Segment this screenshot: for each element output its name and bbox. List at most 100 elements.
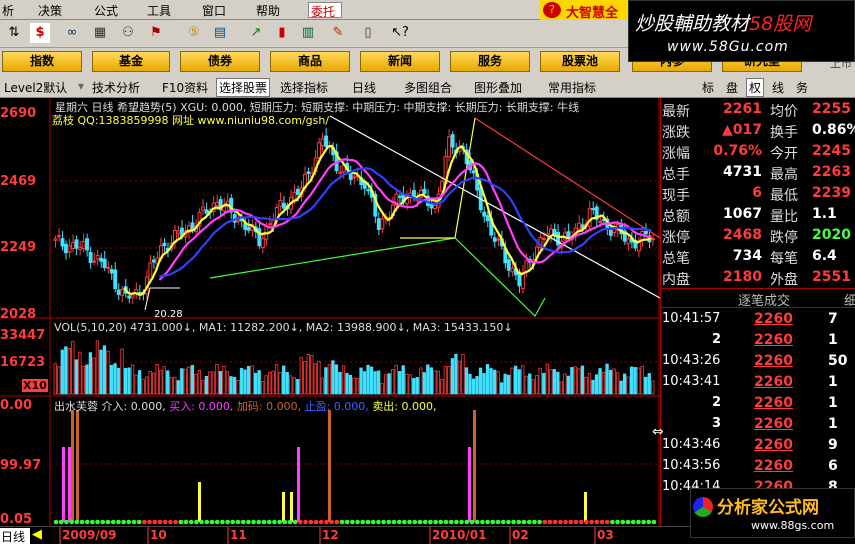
tab-right-3[interactable]: 线	[772, 79, 784, 96]
trade-price: 2260	[754, 332, 793, 348]
flag-icon[interactable]: ⚑	[146, 23, 166, 43]
indicator-dot	[641, 519, 646, 525]
tab-bar: Level2默认 ▾ 技术分析 F10资料 选择股票 选择指标 日线 多图组合 …	[0, 76, 855, 98]
volume-bar	[113, 363, 117, 395]
chart-line-icon[interactable]: ↗	[246, 23, 266, 43]
menu-item-analysis[interactable]: 析	[2, 2, 14, 19]
indicator-bar	[328, 410, 331, 522]
volume-bar	[457, 360, 462, 395]
menu-item-formula[interactable]: 公式	[94, 2, 118, 19]
volume-bar	[257, 370, 261, 395]
vol-scale-badge: X10	[22, 379, 48, 392]
tab-select-indicator[interactable]: 选择指标	[280, 79, 328, 96]
kline-chart-svg[interactable]	[0, 98, 661, 526]
trade-qty: 1	[828, 395, 838, 411]
indicator-dot	[615, 519, 620, 525]
volume-bar	[492, 369, 497, 395]
tab-level2-default[interactable]: Level2默认	[4, 79, 67, 96]
volume-bar	[310, 354, 314, 395]
tab-right-4[interactable]: 务	[796, 79, 808, 96]
tab-common-indicators[interactable]: 常用指标	[548, 79, 596, 96]
indicator-dot	[277, 519, 282, 525]
indicator-dot	[599, 519, 605, 525]
candle-body	[113, 269, 118, 289]
menu-item-window[interactable]: 窗口	[202, 2, 226, 19]
trade-price: 2260	[754, 458, 793, 474]
candle-body	[95, 254, 100, 260]
books-icon[interactable]: ▯	[358, 23, 378, 43]
volume-bar	[197, 370, 202, 395]
tab-technical-analysis[interactable]: 技术分析	[92, 79, 140, 96]
grid-icon[interactable]: ▤	[210, 23, 230, 43]
trade-price: 2260	[754, 374, 793, 390]
tab-right-1[interactable]: 盘	[726, 79, 738, 96]
indicator-dot	[417, 519, 423, 525]
quote-value: 2020	[812, 227, 851, 243]
nav-button-service[interactable]: 服务	[450, 51, 530, 72]
indicator-dot	[646, 519, 652, 525]
indicator-dot	[90, 519, 95, 525]
bar-icon[interactable]: ▮	[272, 23, 292, 43]
indicator-dot	[199, 519, 204, 525]
candle-body	[92, 260, 97, 263]
number-5-icon[interactable]: ⑤	[184, 23, 204, 43]
candle-body	[636, 242, 641, 252]
indicator-dot	[625, 519, 631, 525]
candle-body	[524, 260, 529, 273]
volume-bar	[651, 380, 655, 395]
menu-item-tools[interactable]: 工具	[147, 2, 171, 19]
menu-item-decision[interactable]: 决策	[38, 2, 62, 19]
binoculars-icon[interactable]: ⚇	[118, 23, 138, 43]
tab-f10[interactable]: F10资料	[162, 79, 208, 96]
sort-icon[interactable]: ⇅	[4, 23, 24, 43]
scroll-left-icon[interactable]: ◀	[32, 527, 42, 542]
watermark-line1: 炒股輔助教材58股网	[635, 13, 812, 35]
candle-body	[422, 188, 427, 194]
trade-button[interactable]: 委托	[308, 2, 342, 19]
bottom-tab-daily[interactable]: 日线	[0, 528, 30, 544]
candle-body	[292, 191, 297, 200]
quote-row: 总额 1067 量比 1.1	[660, 205, 855, 225]
volume-bar	[383, 374, 388, 395]
box-icon[interactable]: ▦	[90, 23, 110, 43]
indicator-dot	[235, 519, 241, 525]
candle-body	[591, 208, 596, 211]
indicator-dot	[266, 519, 272, 525]
dollar-icon[interactable]: $	[30, 23, 50, 43]
tab-daily[interactable]: 日线	[352, 79, 376, 96]
nav-button-commodity[interactable]: 商品	[270, 51, 350, 72]
nav-button-stock-pool[interactable]: 股票池	[540, 51, 620, 72]
nav-button-index[interactable]: 指数	[2, 51, 82, 72]
trades-header-bar: 逐笔成交 细	[660, 288, 855, 309]
indicator-dot	[365, 519, 371, 525]
x-tick-label: 11	[230, 528, 247, 542]
quote-label: 内盘	[662, 272, 690, 288]
indicator-dot	[95, 519, 100, 525]
indicator-dot	[126, 519, 132, 525]
volume-bar	[116, 367, 121, 395]
tab-select-stock[interactable]: 选择股票	[216, 78, 271, 97]
quote-value: 2551	[812, 269, 851, 285]
candle-body	[577, 222, 582, 230]
edit-icon[interactable]: ✎	[328, 23, 348, 43]
link-icon[interactable]: ∞	[62, 23, 82, 43]
nav-button-fund[interactable]: 基金	[92, 51, 170, 72]
menu-item-help[interactable]: 帮助	[256, 2, 280, 19]
indicator-dot	[240, 519, 246, 525]
nav-button-news[interactable]: 新闻	[360, 51, 440, 72]
tab-overlay[interactable]: 图形叠加	[474, 79, 522, 96]
tab-multi-chart[interactable]: 多图组合	[404, 79, 452, 96]
nav-button-bond[interactable]: 债券	[180, 51, 260, 72]
volume-bar	[250, 365, 254, 395]
volume-bar	[320, 377, 325, 395]
volume-bar	[422, 372, 426, 395]
kline-chart-area[interactable]: 2690 2469 2249 2028 星期六 日线 希望趋势(5) XGU: …	[0, 98, 661, 527]
indicator-dot	[157, 519, 163, 525]
table-icon[interactable]: ▥	[298, 23, 318, 43]
help-pointer-icon[interactable]: ↖?	[390, 23, 410, 43]
tab-right-2[interactable]: 权	[746, 78, 765, 97]
trade-row: 10:43:26 2260 50	[660, 352, 855, 372]
indicator-bar	[297, 447, 300, 522]
tab-right-0[interactable]: 标	[702, 79, 714, 96]
volume-bar	[373, 371, 377, 395]
